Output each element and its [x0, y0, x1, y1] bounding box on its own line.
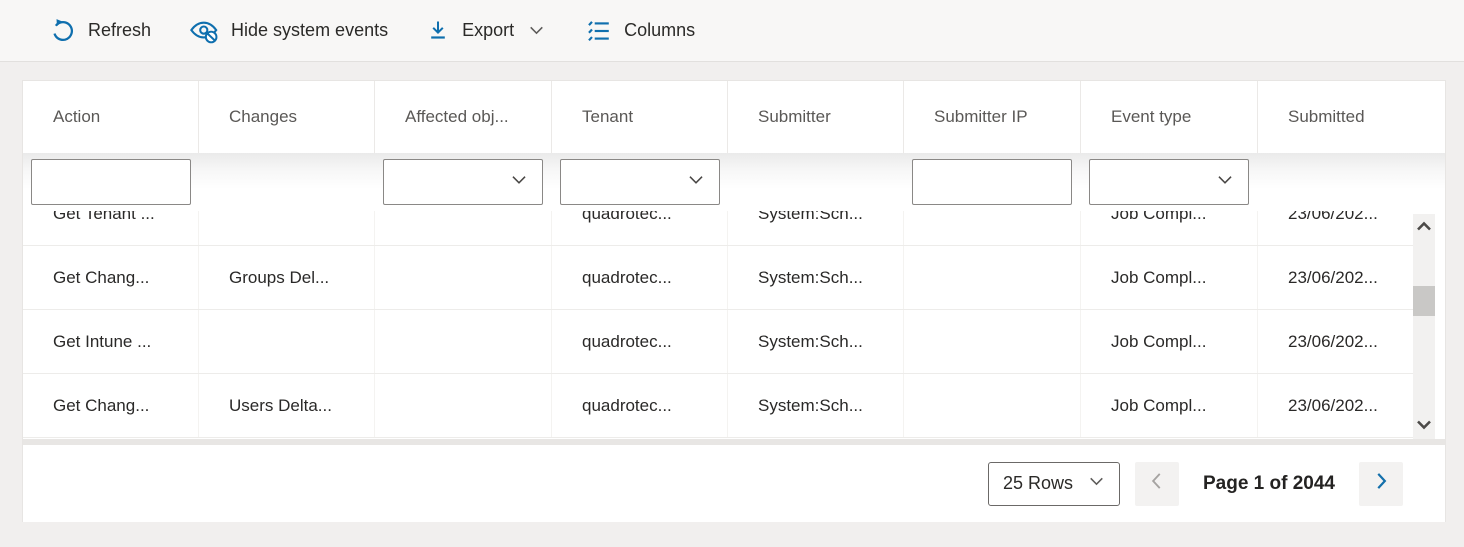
cell-submitted: 23/06/202...: [1258, 310, 1413, 373]
export-button[interactable]: Export: [422, 8, 551, 54]
cell-event-type: Job Compl...: [1081, 310, 1258, 373]
columns-button[interactable]: Columns: [581, 8, 699, 54]
rows-per-page-select[interactable]: 25 Rows: [988, 462, 1120, 506]
column-header-submitter[interactable]: Submitter: [728, 81, 904, 153]
cell-affected-obj: [375, 374, 552, 437]
filter-cell-affected-obj: [375, 153, 552, 211]
rows-per-page-value: 25 Rows: [1003, 473, 1078, 494]
column-header-action[interactable]: Action: [23, 81, 199, 153]
table-row[interactable]: Get Chang... Users Delta... quadrotec...…: [23, 374, 1413, 438]
cell-tenant: quadrotec...: [552, 211, 728, 245]
chevron-down-icon: [508, 169, 530, 196]
filter-cell-tenant: [552, 153, 728, 211]
column-header-event-type[interactable]: Event type: [1081, 81, 1258, 153]
next-page-button[interactable]: [1359, 462, 1403, 506]
action-filter-input[interactable]: [31, 159, 191, 205]
cell-submitter-ip: [904, 246, 1081, 309]
export-label: Export: [462, 20, 514, 41]
cell-event-type: Job Compl...: [1081, 246, 1258, 309]
column-header-submitter-ip[interactable]: Submitter IP: [904, 81, 1081, 153]
columns-list-icon: [585, 18, 612, 44]
cell-submitter: System:Sch...: [728, 374, 904, 437]
page-indicator: Page 1 of 2044: [1203, 473, 1335, 495]
cell-tenant: quadrotec...: [552, 246, 728, 309]
cell-event-type: Job Compl...: [1081, 374, 1258, 437]
cell-event-type: Job Compl...: [1081, 211, 1258, 245]
cell-changes: [199, 211, 375, 245]
cell-action: Get Chang...: [23, 246, 199, 309]
column-header-changes[interactable]: Changes: [199, 81, 375, 153]
previous-page-button[interactable]: [1135, 462, 1179, 506]
cell-changes: Groups Del...: [199, 246, 375, 309]
cell-submitted: 23/06/202...: [1258, 374, 1413, 437]
table-row[interactable]: Get Tenant ... quadrotec... System:Sch..…: [23, 211, 1413, 246]
filter-row: [23, 153, 1445, 211]
cell-affected-obj: [375, 211, 552, 245]
table-header-row: Action Changes Affected obj... Tenant Su…: [23, 81, 1413, 153]
submitter-ip-filter-input[interactable]: [912, 159, 1072, 205]
cell-submitted: 23/06/202...: [1258, 211, 1413, 245]
refresh-button[interactable]: Refresh: [46, 8, 155, 54]
column-header-tenant[interactable]: Tenant: [552, 81, 728, 153]
scroll-up-button[interactable]: [1413, 216, 1435, 240]
export-chevron-down-icon: [526, 20, 547, 41]
cell-submitter: System:Sch...: [728, 310, 904, 373]
filter-cell-submitter-ip: [904, 153, 1081, 211]
scroll-down-button[interactable]: [1413, 415, 1435, 439]
chevron-down-icon: [1416, 418, 1432, 436]
cell-submitted: 23/06/202...: [1258, 246, 1413, 309]
cell-changes: Users Delta...: [199, 374, 375, 437]
filter-cell-submitter: [728, 153, 904, 211]
filter-cell-event-type: [1081, 153, 1258, 211]
cell-tenant: quadrotec...: [552, 310, 728, 373]
scrollbar-thumb[interactable]: [1413, 286, 1435, 316]
hide-system-events-label: Hide system events: [231, 20, 388, 41]
cell-action: Get Intune ...: [23, 310, 199, 373]
chevron-down-icon: [685, 169, 707, 196]
vertical-scrollbar[interactable]: [1413, 214, 1435, 441]
cell-submitter: System:Sch...: [728, 211, 904, 245]
cell-submitter-ip: [904, 310, 1081, 373]
chevron-left-icon: [1146, 470, 1168, 497]
refresh-icon: [50, 18, 76, 44]
columns-label: Columns: [624, 20, 695, 41]
toolbar: Refresh Hide system events Export: [0, 0, 1464, 62]
chevron-down-icon: [1086, 471, 1107, 497]
cell-tenant: quadrotec...: [552, 374, 728, 437]
cell-affected-obj: [375, 310, 552, 373]
cell-action: Get Chang...: [23, 374, 199, 437]
cell-submitter: System:Sch...: [728, 246, 904, 309]
cell-affected-obj: [375, 246, 552, 309]
download-icon: [426, 18, 450, 44]
eye-off-icon: [189, 18, 219, 44]
hide-system-events-button[interactable]: Hide system events: [185, 8, 392, 54]
pagination-footer: 25 Rows Page 1 of 2044: [23, 445, 1445, 522]
chevron-up-icon: [1416, 219, 1432, 237]
filter-cell-submitted: [1258, 153, 1413, 211]
cell-changes: [199, 310, 375, 373]
table-row[interactable]: Get Intune ... quadrotec... System:Sch..…: [23, 310, 1413, 374]
cell-submitter-ip: [904, 374, 1081, 437]
refresh-label: Refresh: [88, 20, 151, 41]
events-grid: Action Changes Affected obj... Tenant Su…: [22, 80, 1446, 522]
chevron-right-icon: [1370, 470, 1392, 497]
column-header-affected-obj[interactable]: Affected obj...: [375, 81, 552, 153]
filter-cell-action: [23, 153, 199, 211]
table-body: Get Tenant ... quadrotec... System:Sch..…: [23, 211, 1413, 438]
tenant-filter-select[interactable]: [560, 159, 720, 205]
cell-action: Get Tenant ...: [23, 211, 199, 245]
table-row[interactable]: Get Chang... Groups Del... quadrotec... …: [23, 246, 1413, 310]
event-type-filter-select[interactable]: [1089, 159, 1249, 205]
affected-object-filter-select[interactable]: [383, 159, 543, 205]
chevron-down-icon: [1214, 169, 1236, 196]
filter-cell-changes: [199, 153, 375, 211]
column-header-submitted[interactable]: Submitted: [1258, 81, 1413, 153]
cell-submitter-ip: [904, 211, 1081, 245]
